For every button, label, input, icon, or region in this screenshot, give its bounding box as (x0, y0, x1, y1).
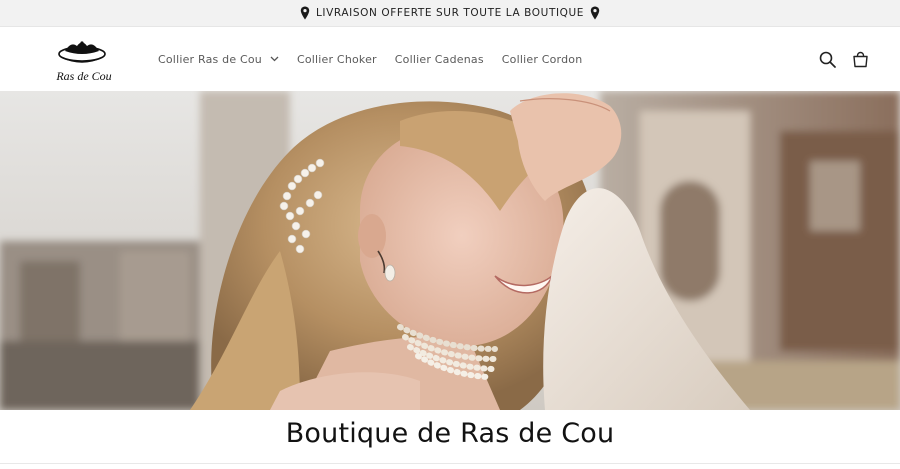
nav-collier-choker[interactable]: Collier Choker (297, 53, 377, 66)
cart-icon (852, 51, 868, 67)
choker-necklace-icon (58, 41, 106, 63)
search-button[interactable] (817, 49, 837, 69)
nav-collier-ras-de-cou[interactable]: Collier Ras de Cou (158, 53, 279, 66)
map-pin-icon (590, 6, 600, 20)
search-icon (819, 51, 836, 68)
chevron-down-icon (270, 56, 279, 62)
announcement-text: LIVRAISON OFFERTE SUR TOUTE LA BOUTIQUE (315, 7, 585, 19)
main-nav: Collier Ras de Cou Collier Choker Collie… (158, 27, 600, 91)
site-header: Ras de Cou Collier Ras de Cou Collier Ch… (0, 27, 900, 91)
announcement-bar: LIVRAISON OFFERTE SUR TOUTE LA BOUTIQUE (0, 0, 900, 27)
page-title: Boutique de Ras de Cou (285, 418, 615, 449)
logo-text: Ras de Cou (56, 69, 112, 83)
nav-collier-cadenas[interactable]: Collier Cadenas (395, 53, 484, 66)
map-pin-icon (300, 6, 310, 20)
nav-label: Collier Choker (296, 52, 377, 66)
nav-label: Collier Cordon (501, 52, 583, 66)
hero-image (0, 91, 900, 410)
logo[interactable]: Ras de Cou (48, 35, 116, 85)
nav-collier-cordon[interactable]: Collier Cordon (502, 53, 583, 66)
hero-photo (0, 91, 900, 410)
nav-label: Collier Cadenas (394, 52, 484, 66)
divider (0, 463, 900, 464)
nav-label: Collier Ras de Cou (158, 52, 262, 66)
cart-button[interactable] (850, 49, 870, 69)
